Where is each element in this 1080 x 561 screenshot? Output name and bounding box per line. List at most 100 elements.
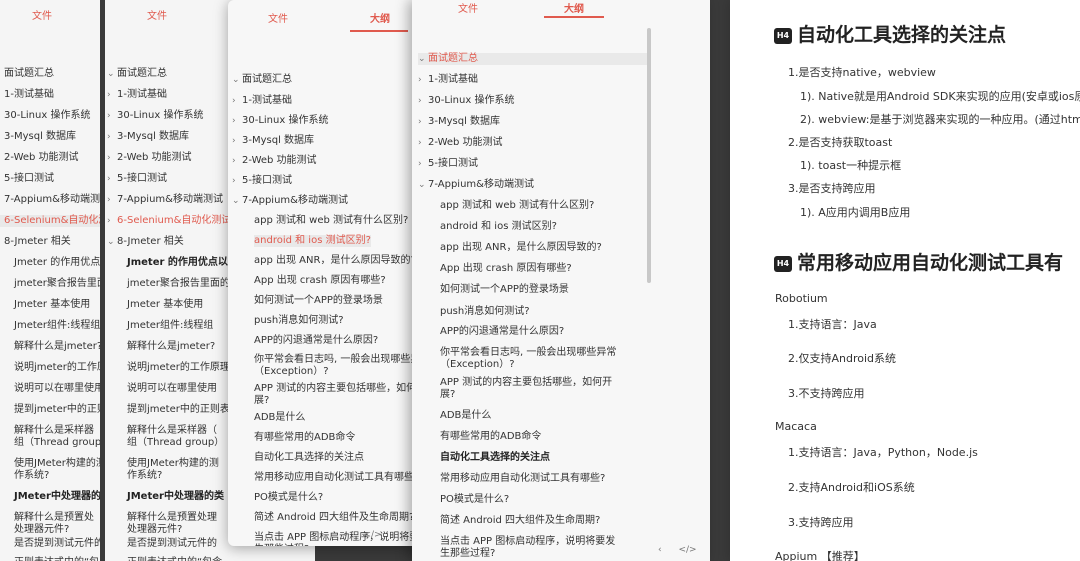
chevron-right-icon[interactable]: › — [232, 95, 242, 107]
outline-item[interactable]: 解释什么是预置处 — [14, 512, 94, 524]
outline-item[interactable]: 你平常会看日志吗, 一般会出现哪些异常 — [440, 347, 616, 359]
chevron-right-icon[interactable]: › — [107, 194, 117, 206]
outline-item[interactable]: app 测试和 web 测试有什么区别? — [254, 215, 408, 227]
chevron-right-icon[interactable]: › — [232, 135, 242, 147]
outline-item[interactable]: 作系统? — [14, 470, 49, 482]
outline-item[interactable]: 展? — [254, 395, 269, 407]
outline-item[interactable]: 简述 Android 四大组件及生命周期? — [440, 515, 600, 527]
outline-item[interactable]: android 和 ios 测试区别? — [254, 235, 371, 247]
outline-item[interactable]: Jmeter 基本使用 — [14, 299, 90, 311]
outline-item[interactable]: 使用JMeter构建的测 — [14, 458, 100, 470]
outline-item[interactable]: push消息如何测试? — [440, 306, 530, 318]
outline-item[interactable]: APP的闪退通常是什么原因? — [440, 326, 564, 338]
outline-item[interactable]: 常用移动应用自动化测试工具有哪些? — [254, 472, 419, 484]
outline-item[interactable]: 如何测试一个APP的登录场景 — [254, 295, 383, 307]
outline-item[interactable]: 作系统? — [127, 470, 162, 482]
chevron-right-icon[interactable]: › — [107, 152, 117, 164]
outline-item[interactable]: ›6-Selenium&自动化测试 — [0, 215, 100, 227]
outline-item[interactable]: app 测试和 web 测试有什么区别? — [440, 200, 594, 212]
outline-item[interactable]: ›5-接口测试 — [232, 175, 292, 187]
outline-item[interactable]: 说明jmeter的工作原理 — [14, 362, 100, 374]
outline-item[interactable]: android 和 ios 测试区别? — [440, 221, 557, 233]
outline-item[interactable]: ›1-测试基础 — [0, 89, 54, 101]
chevron-down-icon[interactable]: ⌄ — [418, 179, 428, 191]
tab-file[interactable]: 文件 — [147, 7, 167, 22]
chevron-right-icon[interactable]: › — [107, 173, 117, 185]
outline-item[interactable]: ›5-接口测试 — [418, 158, 478, 170]
outline-item[interactable]: Jmeter组件:线程组 — [14, 320, 100, 332]
chevron-right-icon[interactable]: › — [418, 116, 428, 128]
source-code-button[interactable]: </> — [363, 530, 381, 540]
outline-item[interactable]: 解释什么是采样器 — [14, 425, 94, 437]
outline-item[interactable]: ⌄面试题汇总 — [107, 68, 167, 80]
outline-item[interactable]: App 出现 crash 原因有哪些? — [440, 263, 572, 275]
outline-item[interactable]: ›30-Linux 操作系统 — [232, 115, 328, 127]
chevron-down-icon[interactable]: ⌄ — [418, 53, 428, 65]
outline-item[interactable]: ›2-Web 功能测试 — [418, 137, 503, 149]
chevron-right-icon[interactable]: › — [107, 215, 117, 227]
outline-item[interactable]: 正则表达式中的“包含 — [127, 557, 222, 561]
outline-item[interactable]: ⌄8-Jmeter 相关 — [0, 236, 71, 248]
chevron-right-icon[interactable]: › — [418, 74, 428, 86]
chevron-right-icon[interactable]: › — [107, 89, 117, 101]
outline-item[interactable]: ›1-测试基础 — [232, 95, 292, 107]
outline-item[interactable]: 提到jmeter中的正则 — [14, 404, 100, 416]
outline-item[interactable]: ⌄ 7-Appium&移动端测试 — [418, 179, 534, 191]
outline-item[interactable]: 有哪些常用的ADB命令 — [254, 432, 355, 444]
outline-item[interactable]: 生那些过程? — [254, 544, 309, 546]
outline-item[interactable]: 解释什么是采样器（ — [127, 425, 217, 437]
collapse-button[interactable]: ‹ — [658, 545, 662, 555]
outline-item[interactable]: 使用JMeter构建的测 — [127, 458, 219, 470]
outline-item[interactable]: ›1-测试基础 — [418, 74, 478, 86]
outline-item[interactable]: ›30-Linux 操作系统 — [418, 95, 514, 107]
chevron-down-icon[interactable]: ⌄ — [107, 236, 117, 248]
outline-item[interactable]: 生那些过程? — [440, 548, 495, 560]
outline-item[interactable]: ›7-Appium&移动端测试 — [0, 194, 100, 206]
tab-outline[interactable]: 大纲 — [564, 0, 584, 15]
outline-item[interactable]: app 出现 ANR，是什么原因导致的? — [440, 242, 602, 254]
source-code-button[interactable]: </> — [678, 545, 696, 555]
outline-item[interactable]: 说明jmeter的工作原理 — [127, 362, 230, 374]
outline-item[interactable]: PO模式是什么? — [254, 492, 323, 504]
outline-item[interactable]: 说明可以在哪里使用 — [127, 383, 217, 395]
collapse-button[interactable]: ‹ — [343, 530, 347, 540]
chevron-down-icon[interactable]: ⌄ — [232, 74, 242, 86]
chevron-right-icon[interactable]: › — [232, 175, 242, 187]
outline-item[interactable]: jmeter聚合报告里面的 — [14, 278, 100, 290]
outline-item[interactable]: 常用移动应用自动化测试工具有哪些? — [440, 473, 605, 485]
outline-item[interactable]: 解释什么是jmeter? — [127, 341, 215, 353]
chevron-down-icon[interactable]: ⌄ — [232, 195, 242, 207]
outline-item[interactable]: 处理器元件? — [127, 524, 182, 536]
outline-item[interactable]: 提到jmeter中的正则表 — [127, 404, 230, 416]
outline-item[interactable]: ›7-Appium&移动端测试 — [107, 194, 223, 206]
outline-item[interactable]: ›30-Linux 操作系统 — [0, 110, 90, 122]
outline-item[interactable]: 是否提到测试元件的 — [14, 538, 100, 550]
outline-item[interactable]: Jmeter 的作用优点以 — [127, 257, 228, 269]
outline-item[interactable]: PO模式是什么? — [440, 494, 509, 506]
tab-file[interactable]: 文件 — [458, 0, 478, 15]
chevron-right-icon[interactable]: › — [107, 131, 117, 143]
outline-item[interactable]: ADB是什么 — [440, 410, 491, 422]
outline-item[interactable]: jmeter聚合报告里面的 — [127, 278, 230, 290]
outline-item[interactable]: 组（Thread group） — [14, 437, 100, 449]
outline-item[interactable]: Jmeter组件:线程组 — [127, 320, 213, 332]
outline-item[interactable]: 当点击 APP 图标启动程序，说明将要发 — [440, 536, 615, 548]
outline-item[interactable]: ›30-Linux 操作系统 — [107, 110, 203, 122]
outline-item[interactable]: 处理器元件? — [14, 524, 69, 536]
outline-item[interactable]: 如何测试一个APP的登录场景 — [440, 284, 569, 296]
outline-item[interactable]: 是否提到测试元件的 — [127, 538, 217, 550]
chevron-right-icon[interactable]: › — [418, 137, 428, 149]
outline-item[interactable]: （Exception）? — [440, 359, 515, 371]
outline-item[interactable]: ⌄8-Jmeter 相关 — [107, 236, 184, 248]
outline-item[interactable]: ›5-接口测试 — [0, 173, 54, 185]
tab-file[interactable]: 文件 — [268, 10, 288, 25]
outline-item[interactable]: （Exception）? — [254, 366, 329, 378]
outline-item[interactable]: Jmeter 的作用优点 — [14, 257, 100, 269]
outline-item[interactable]: ADB是什么 — [254, 412, 305, 424]
tab-file[interactable]: 文件 — [32, 7, 52, 22]
outline-item[interactable]: 正则表达式中的“包 — [14, 557, 99, 561]
outline-item[interactable]: ⌄ 7-Appium&移动端测试 — [232, 195, 348, 207]
outline-item[interactable]: ›6-Selenium&自动化测试 — [107, 215, 231, 227]
outline-item[interactable]: 有哪些常用的ADB命令 — [440, 431, 541, 443]
outline-item[interactable]: ›3-Mysql 数据库 — [418, 116, 500, 128]
